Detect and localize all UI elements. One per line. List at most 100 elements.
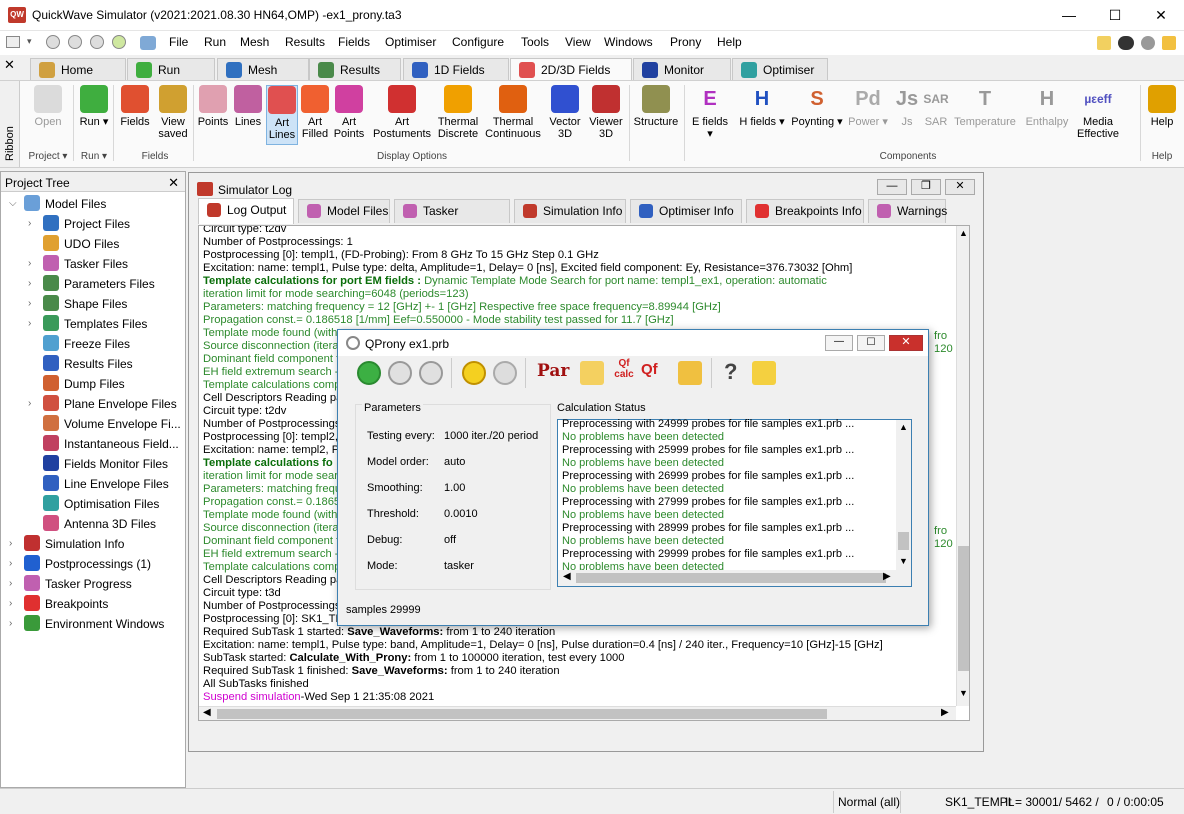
expand-arrow-icon[interactable]: › xyxy=(9,538,12,549)
log-hscroll-thumb[interactable] xyxy=(217,709,827,719)
ribbon-button-lines[interactable]: Lines xyxy=(232,85,264,128)
simlog-minimize-button[interactable]: — xyxy=(877,179,907,195)
minimize-button[interactable]: — xyxy=(1046,0,1092,31)
tree-item-fields-monitor-files[interactable]: Fields Monitor Files xyxy=(43,455,168,473)
stop-icon[interactable] xyxy=(493,361,517,385)
ribbon-button-art-postuments[interactable]: Art Postuments xyxy=(372,85,432,140)
run-icon[interactable] xyxy=(357,361,381,385)
ribbon-button-run[interactable]: Run ▾ xyxy=(77,85,111,128)
tree-item-project-files[interactable]: Project Files xyxy=(43,215,130,233)
ribbon-button-js[interactable]: Js Js xyxy=(893,85,921,128)
tab-results[interactable]: Results xyxy=(309,58,401,81)
ribbon-button-viewer-3d[interactable]: Viewer 3D xyxy=(586,85,626,140)
tab-monitor[interactable]: Monitor xyxy=(633,58,731,81)
tree-item-results-files[interactable]: Results Files xyxy=(43,355,133,373)
ribbon-button-structure[interactable]: Structure xyxy=(630,85,682,128)
ribbon-button-art-lines[interactable]: Art Lines xyxy=(266,85,298,145)
simlog-close-button[interactable]: ✕ xyxy=(945,179,975,195)
simlog-restore-button[interactable]: ❐ xyxy=(911,179,941,195)
expand-arrow-icon[interactable]: ⌵ xyxy=(9,198,17,209)
close-icon[interactable]: ✕ xyxy=(168,175,179,191)
tree-item-volume-envelope-fi[interactable]: Volume Envelope Fi... xyxy=(43,415,181,433)
pause-icon[interactable] xyxy=(462,361,486,385)
ribbon-button-sar[interactable]: SAR SAR xyxy=(922,85,950,128)
menu-file[interactable]: File xyxy=(165,35,192,49)
expand-arrow-icon[interactable]: › xyxy=(28,398,31,409)
menu-view[interactable]: View xyxy=(561,35,595,49)
qprony-close-button[interactable]: ✕ xyxy=(889,335,923,351)
expand-arrow-icon[interactable]: › xyxy=(28,218,31,229)
export-icon[interactable] xyxy=(678,361,702,385)
tree-item-line-envelope-files[interactable]: Line Envelope Files xyxy=(43,475,169,493)
tree-item-instantaneous-field[interactable]: Instantaneous Field... xyxy=(43,435,179,453)
calculation-status-list[interactable]: Preprocessing with 24999 probes for file… xyxy=(557,418,912,587)
log-tab-simulation-info[interactable]: Simulation Info xyxy=(514,199,626,223)
chevron-down-icon[interactable]: ▾ xyxy=(27,36,32,47)
menu-configure[interactable]: Configure xyxy=(448,35,508,49)
log-tab-model-files[interactable]: Model Files xyxy=(298,199,390,223)
tree-item-breakpoints[interactable]: Breakpoints xyxy=(24,595,108,613)
ribbon-button-thermal-discrete[interactable]: Thermal Discrete xyxy=(435,85,481,140)
log-tab-optimiser-info[interactable]: Optimiser Info xyxy=(630,199,742,223)
help-icon[interactable]: ? xyxy=(724,359,737,385)
tree-item-dump-files[interactable]: Dump Files xyxy=(43,375,125,393)
ribbon-button-power[interactable]: Pd Power ▾ xyxy=(848,85,888,128)
status-vscrollbar[interactable]: ▲ ▼ xyxy=(896,420,911,570)
menu-fields[interactable]: Fields xyxy=(334,35,374,49)
expand-arrow-icon[interactable]: › xyxy=(9,578,12,589)
tree-item-tasker-files[interactable]: Tasker Files xyxy=(43,255,128,273)
expand-arrow-icon[interactable]: › xyxy=(9,558,12,569)
stop-icon[interactable] xyxy=(68,35,82,49)
menu-tools[interactable]: Tools xyxy=(517,35,553,49)
qf-calc-icon[interactable]: Qf calc xyxy=(611,358,637,380)
menu-optimiser[interactable]: Optimiser xyxy=(381,35,440,49)
ribbon-button-thermal-continuous[interactable]: Thermal Continuous xyxy=(485,85,541,140)
play-icon[interactable] xyxy=(112,35,126,49)
tab-run[interactable]: Run xyxy=(127,58,215,81)
tree-item-simulation-info[interactable]: Simulation Info xyxy=(24,535,124,553)
tab-mesh[interactable]: Mesh xyxy=(217,58,309,81)
ribbon-button-vector-3d[interactable]: Vector 3D xyxy=(546,85,584,140)
expand-arrow-icon[interactable]: › xyxy=(28,258,31,269)
ribbon-group-run[interactable]: Run ▾ xyxy=(74,151,114,162)
tree-item-postprocessings-1[interactable]: Postprocessings (1) xyxy=(24,555,151,573)
par-icon[interactable]: Par xyxy=(537,361,569,381)
ribbon-button-media-effective[interactable]: µεeff Media Effective xyxy=(1074,85,1122,140)
ribbon-button-view-saved[interactable]: View saved xyxy=(155,85,191,140)
tree-item-templates-files[interactable]: Templates Files xyxy=(43,315,147,333)
ribbon-button-h-fields[interactable]: H H fields ▾ xyxy=(738,85,786,128)
tree-item-parameters-files[interactable]: Parameters Files xyxy=(43,275,155,293)
close-ribbon-icon[interactable]: ✕ xyxy=(4,57,15,73)
tree-item-plane-envelope-files[interactable]: Plane Envelope Files xyxy=(43,395,177,413)
ribbon-button-temperature[interactable]: T Temperature xyxy=(952,85,1018,128)
tree-item-tasker-progress[interactable]: Tasker Progress xyxy=(24,575,132,593)
expand-arrow-icon[interactable]: › xyxy=(28,298,31,309)
gear-icon[interactable] xyxy=(1141,36,1155,50)
ribbon-button-art-filled[interactable]: Art Filled xyxy=(299,85,331,140)
log-tab-log-output[interactable]: Log Output xyxy=(198,198,294,224)
menu-windows[interactable]: Windows xyxy=(600,35,657,49)
tab-home[interactable]: Home xyxy=(30,58,126,81)
log-tab-breakpoints-info[interactable]: Breakpoints Info xyxy=(746,199,864,223)
tab-1d-fields[interactable]: 1D Fields xyxy=(403,58,509,81)
ribbon-button-fields[interactable]: Fields xyxy=(118,85,152,128)
expand-arrow-icon[interactable]: › xyxy=(9,618,12,629)
ribbon-button-poynting[interactable]: S Poynting ▾ xyxy=(788,85,846,128)
ribbon-button-enthalpy[interactable]: H Enthalpy xyxy=(1022,85,1072,128)
help-icon[interactable] xyxy=(1162,36,1176,50)
log-tab-tasker-progress[interactable]: Tasker Progress xyxy=(394,199,510,240)
ribbon-button-points[interactable]: Points xyxy=(196,85,230,128)
tree-item-freeze-files[interactable]: Freeze Files xyxy=(43,335,130,353)
menu-run[interactable]: Run xyxy=(200,35,230,49)
tree-item-shape-files[interactable]: Shape Files xyxy=(43,295,127,313)
menu-mesh[interactable]: Mesh xyxy=(236,35,273,49)
log-vscroll-thumb[interactable] xyxy=(958,546,969,671)
run-back-icon[interactable] xyxy=(46,35,60,49)
tree-item-udo-files[interactable]: UDO Files xyxy=(43,235,119,253)
quick-access-icon[interactable] xyxy=(6,36,20,48)
expand-arrow-icon[interactable]: › xyxy=(28,318,31,329)
maximize-button[interactable]: ☐ xyxy=(1092,0,1138,31)
status-hscrollbar[interactable]: ◀ ▶ xyxy=(558,570,911,586)
www-icon[interactable] xyxy=(1118,36,1134,50)
menu-help[interactable]: Help xyxy=(713,35,746,49)
